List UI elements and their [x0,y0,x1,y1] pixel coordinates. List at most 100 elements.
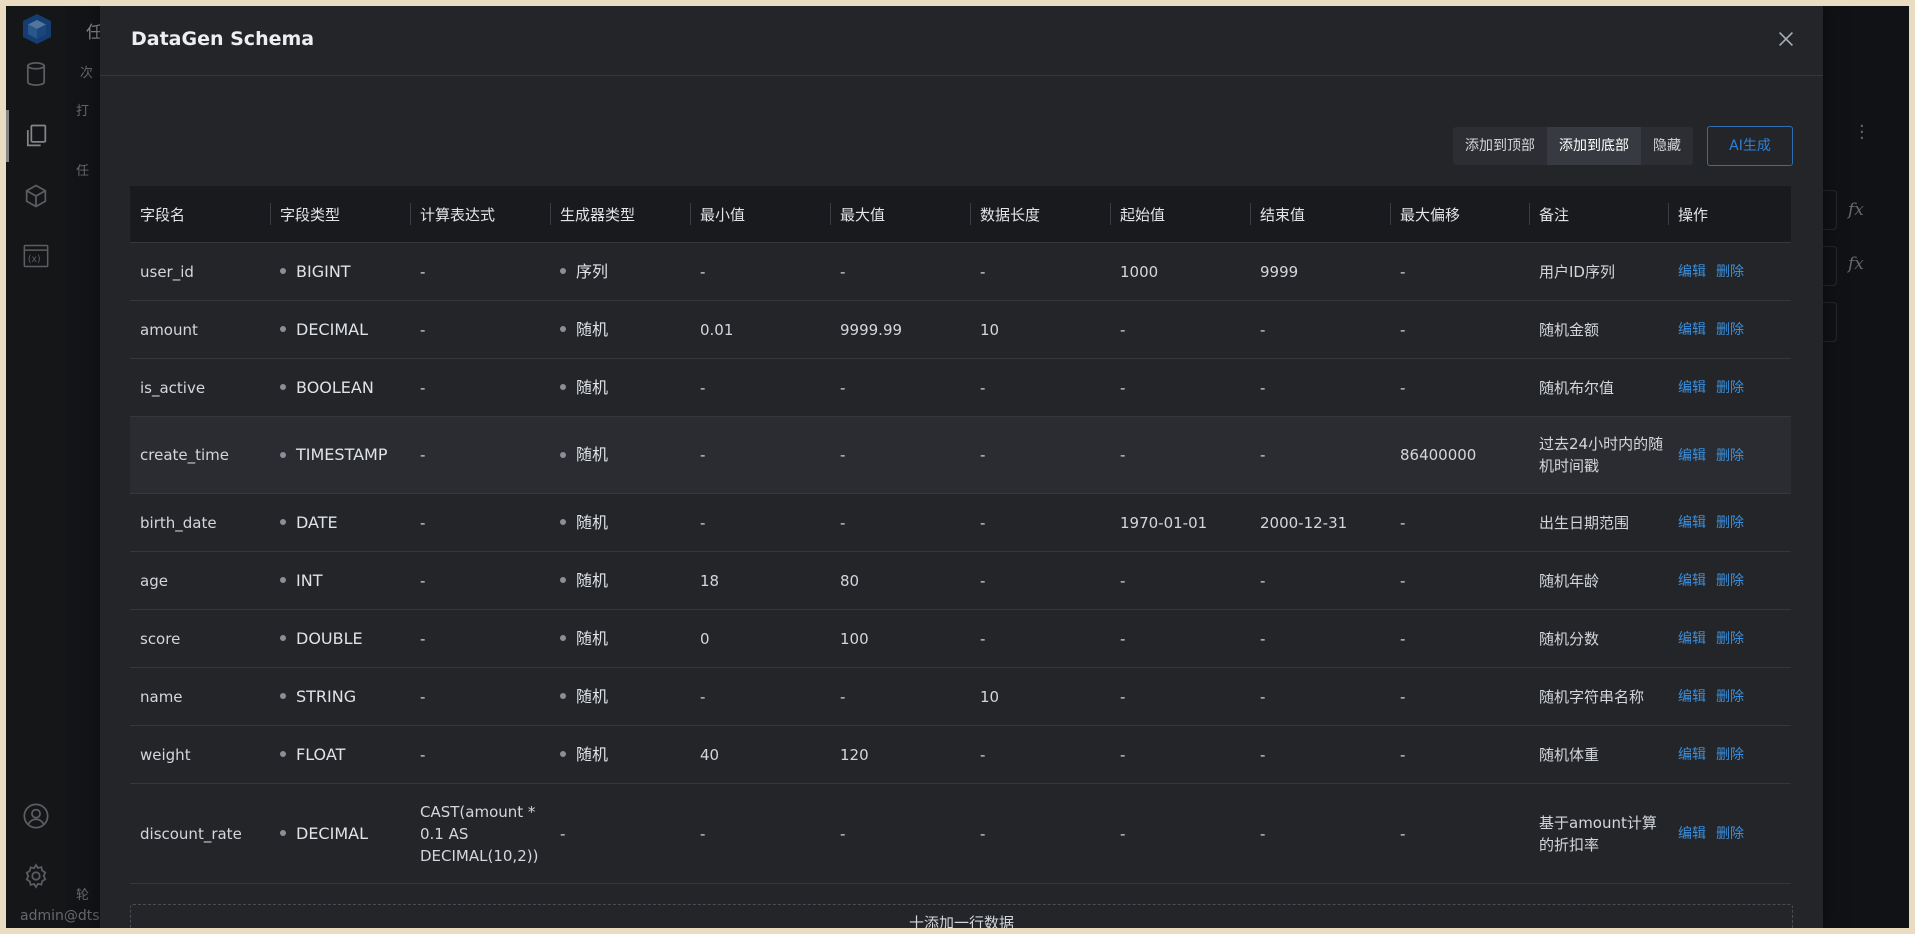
schema-table: 字段名 字段类型 计算表达式 生成器类型 最小值 最大值 数据长度 起始值 结束… [130,186,1791,884]
edit-link[interactable]: 编辑 [1678,826,1706,842]
bullet-icon [560,577,566,583]
cell-max: - [830,242,970,301]
cell-start: - [1110,725,1250,784]
edit-link[interactable]: 编辑 [1678,631,1706,647]
add-to-bottom-button[interactable]: 添加到底部 [1547,127,1641,165]
cell-min: - [690,783,830,884]
cell-offset: - [1390,242,1529,301]
cell-start: - [1110,300,1250,359]
cell-min: - [690,242,830,301]
delete-link[interactable]: 删除 [1716,689,1744,705]
bullet-icon [280,693,286,699]
cell-name: create_time [130,416,270,494]
delete-link[interactable]: 删除 [1716,380,1744,396]
cell-end: - [1250,300,1390,359]
column-header: 最大值 [830,186,970,243]
app-window: (x) 任 次 打 任 轮 admin@dts · · · fx fx DataGe… [6,6,1909,928]
cell-end: - [1250,609,1390,668]
cell-end: - [1250,358,1390,417]
cell-note: 随机体重 [1529,725,1668,784]
cell-expr: - [410,667,550,726]
edit-link[interactable]: 编辑 [1678,515,1706,531]
cell-actions: 编辑 删除 [1668,667,1791,726]
delete-link[interactable]: 删除 [1716,631,1744,647]
edit-link[interactable]: 编辑 [1678,380,1706,396]
column-header: 字段类型 [270,186,410,243]
edit-link[interactable]: 编辑 [1678,689,1706,705]
cell-len: - [970,242,1110,301]
column-header: 结束值 [1250,186,1390,243]
add-row-button[interactable]: 十添加一行数据 [130,904,1793,928]
field-type-tag: DECIMAL [296,319,368,339]
cell-len: - [970,609,1110,668]
cell-name: age [130,551,270,610]
delete-link[interactable]: 删除 [1716,448,1744,464]
cell-gen: 随机 [550,551,690,610]
cell-gen: - [550,783,690,884]
cell-gen: 随机 [550,358,690,417]
cell-end: - [1250,551,1390,610]
delete-link[interactable]: 删除 [1716,515,1744,531]
cell-actions: 编辑 删除 [1668,609,1791,668]
schema-toolbar: 添加到顶部 添加到底部 隐藏 AI生成 [1453,126,1793,166]
cell-type: DATE [270,493,410,552]
cell-note: 用户ID序列 [1529,242,1668,301]
cell-max: 9999.99 [830,300,970,359]
cell-max: 100 [830,609,970,668]
cell-type: BIGINT [270,242,410,301]
cell-name: discount_rate [130,783,270,884]
edit-link[interactable]: 编辑 [1678,322,1706,338]
delete-link[interactable]: 删除 [1716,264,1744,280]
bullet-icon [560,268,566,274]
cell-len: - [970,551,1110,610]
cell-max: - [830,667,970,726]
cell-start: - [1110,551,1250,610]
cell-offset: - [1390,551,1529,610]
cell-end: - [1250,783,1390,884]
cell-note: 过去24小时内的随机时间戳 [1529,416,1668,494]
cell-end: 2000-12-31 [1250,493,1390,552]
column-header: 字段名 [130,186,270,243]
add-to-top-button[interactable]: 添加到顶部 [1453,127,1547,165]
cell-len: - [970,493,1110,552]
cell-gen: 随机 [550,300,690,359]
generator-type-tag: 随机 [576,512,609,532]
cell-start: - [1110,416,1250,494]
insert-position-group: 添加到顶部 添加到底部 隐藏 [1453,127,1693,165]
cell-end: - [1250,725,1390,784]
generator-type-tag: 随机 [576,570,609,590]
cell-min: - [690,416,830,494]
modal-title: DataGen Schema [131,28,315,50]
delete-link[interactable]: 删除 [1716,573,1744,589]
cell-gen: 随机 [550,493,690,552]
cell-note: 随机年龄 [1529,551,1668,610]
delete-link[interactable]: 删除 [1716,826,1744,842]
bullet-icon [280,830,286,836]
cell-actions: 编辑 删除 [1668,725,1791,784]
field-type-tag: BIGINT [296,261,351,281]
edit-link[interactable]: 编辑 [1678,747,1706,763]
cell-type: DECIMAL [270,300,410,359]
edit-link[interactable]: 编辑 [1678,264,1706,280]
cell-actions: 编辑 删除 [1668,551,1791,610]
cell-type: DOUBLE [270,609,410,668]
bullet-icon [560,693,566,699]
delete-link[interactable]: 删除 [1716,747,1744,763]
table-body: user_id BIGINT - 序列 - - -1000 9999- 用户ID序列 编辑 删除 am… [130,242,1791,884]
cell-max: - [830,358,970,417]
edit-link[interactable]: 编辑 [1678,573,1706,589]
ai-generate-button[interactable]: AI生成 [1707,126,1793,166]
table-row: age INT - 随机 18 80- - - - 随机年龄 编辑 删除 [130,551,1791,610]
edit-link[interactable]: 编辑 [1678,448,1706,464]
cell-expr: - [410,358,550,417]
column-header: 数据长度 [970,186,1110,243]
cell-type: FLOAT [270,725,410,784]
cell-expr: - [410,609,550,668]
cell-offset: - [1390,358,1529,417]
delete-link[interactable]: 删除 [1716,322,1744,338]
generator-type-tag: 随机 [576,686,609,706]
close-icon[interactable] [1775,28,1797,50]
hide-button[interactable]: 隐藏 [1641,127,1693,165]
cell-type: DECIMAL [270,783,410,884]
generator-type-tag: 随机 [576,319,609,339]
